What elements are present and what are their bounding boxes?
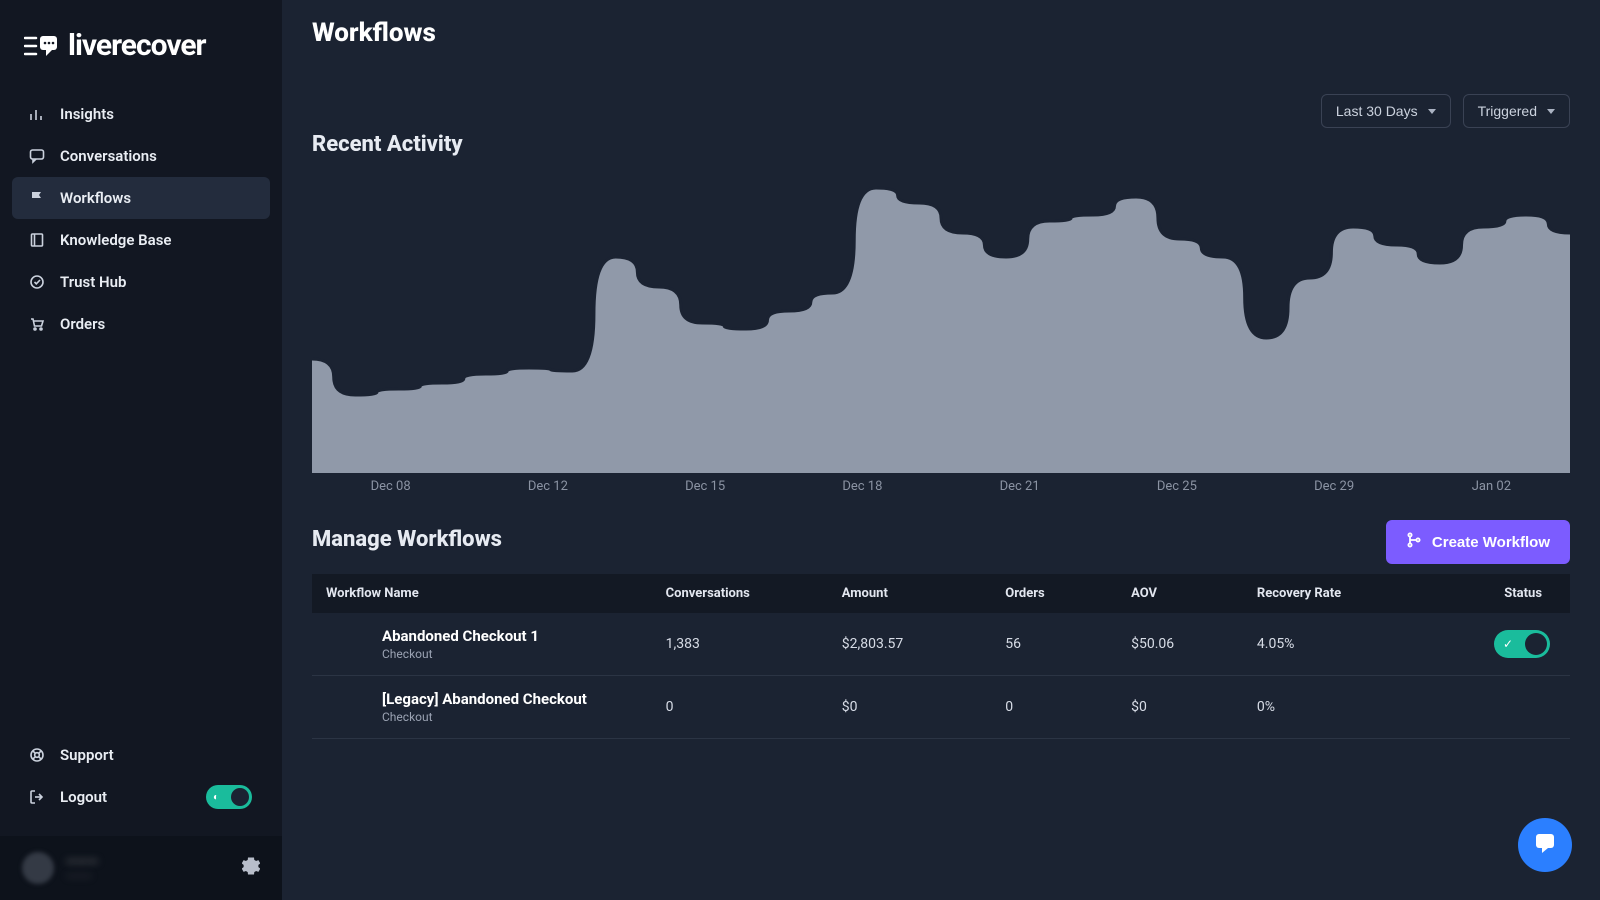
cell-orders: 56 xyxy=(991,613,1117,676)
life-buoy-icon xyxy=(28,746,46,764)
sidebar-item-workflows[interactable]: Workflows xyxy=(12,177,270,219)
workflow-name: Abandoned Checkout 1 xyxy=(382,627,638,645)
status-toggle[interactable]: ✓ xyxy=(1494,630,1550,658)
workflows-table: Workflow Name Conversations Amount Order… xyxy=(312,574,1570,739)
cell-recovery-rate: 4.05% xyxy=(1243,613,1444,676)
chevron-down-icon xyxy=(1547,109,1555,114)
sidebar-item-insights[interactable]: Insights xyxy=(12,93,270,135)
x-tick: Dec 08 xyxy=(312,479,469,494)
table-header-row: Workflow Name Conversations Amount Order… xyxy=(312,574,1570,613)
date-range-label: Last 30 Days xyxy=(1336,103,1418,119)
hamburger-chat-icon[interactable] xyxy=(24,34,58,58)
sidebar-item-support[interactable]: Support xyxy=(12,734,270,776)
toggle-knob xyxy=(1525,633,1547,655)
cell-aov: $0 xyxy=(1117,676,1243,739)
sidebar-item-label: Support xyxy=(60,746,114,764)
metric-dropdown[interactable]: Triggered xyxy=(1463,94,1570,128)
chat-icon xyxy=(1532,830,1558,860)
sidebar-item-orders[interactable]: Orders xyxy=(12,303,270,345)
cell-orders: 0 xyxy=(991,676,1117,739)
col-amount: Amount xyxy=(828,574,992,613)
check-circle-icon xyxy=(28,273,46,291)
cell-conversations: 0 xyxy=(652,676,828,739)
sidebar: liverecover Insights Conversations Workf… xyxy=(0,0,282,900)
cell-amount: $2,803.57 xyxy=(828,613,992,676)
x-tick: Dec 21 xyxy=(941,479,1098,494)
cell-amount: $0 xyxy=(828,676,992,739)
x-tick: Dec 18 xyxy=(784,479,941,494)
sidebar-item-label: Trust Hub xyxy=(60,273,126,291)
sidebar-item-logout[interactable]: Logout xyxy=(12,776,206,818)
create-workflow-label: Create Workflow xyxy=(1432,534,1550,551)
manage-workflows-title: Manage Workflows xyxy=(312,527,502,552)
brand: liverecover xyxy=(0,18,282,93)
main-content: Workflows Last 30 Days Triggered Recent … xyxy=(282,0,1600,900)
page-title: Workflows xyxy=(312,18,1570,48)
metric-label: Triggered xyxy=(1478,103,1537,119)
avatar xyxy=(22,852,54,884)
user-sub: ——— xyxy=(66,870,230,883)
recent-activity-chart: Dec 08Dec 12Dec 15Dec 18Dec 21Dec 25Dec … xyxy=(312,173,1570,494)
sidebar-item-label: Knowledge Base xyxy=(60,231,171,249)
message-square-icon xyxy=(28,147,46,165)
bar-chart-icon xyxy=(28,105,46,123)
main-nav: Insights Conversations Workflows Knowled… xyxy=(0,93,282,345)
x-tick: Dec 29 xyxy=(1256,479,1413,494)
x-tick: Jan 02 xyxy=(1413,479,1570,494)
chart-x-axis: Dec 08Dec 12Dec 15Dec 18Dec 21Dec 25Dec … xyxy=(312,479,1570,494)
sidebar-bottom: Support Logout ◐ ——— ——— xyxy=(0,734,282,900)
log-out-icon xyxy=(28,788,46,806)
table-row[interactable]: Abandoned Checkout 1 Checkout 1,383 $2,8… xyxy=(312,613,1570,676)
brand-name: liverecover xyxy=(68,28,206,63)
sidebar-item-label: Orders xyxy=(60,315,105,333)
x-tick: Dec 12 xyxy=(469,479,626,494)
user-meta: ——— ——— xyxy=(66,854,230,883)
cell-conversations: 1,383 xyxy=(652,613,828,676)
sidebar-item-label: Logout xyxy=(60,788,107,806)
sidebar-item-label: Insights xyxy=(60,105,114,123)
sidebar-item-label: Workflows xyxy=(60,189,131,207)
intercom-chat-button[interactable] xyxy=(1518,818,1572,872)
theme-toggle[interactable]: ◐ xyxy=(206,785,252,809)
x-tick: Dec 25 xyxy=(1098,479,1255,494)
cell-aov: $50.06 xyxy=(1117,613,1243,676)
sidebar-item-conversations[interactable]: Conversations xyxy=(12,135,270,177)
x-tick: Dec 15 xyxy=(627,479,784,494)
table-row[interactable]: [Legacy] Abandoned Checkout Checkout 0 $… xyxy=(312,676,1570,739)
col-recovery-rate: Recovery Rate xyxy=(1243,574,1444,613)
user-name: ——— xyxy=(66,854,230,870)
branch-icon xyxy=(1406,532,1422,552)
book-icon xyxy=(28,231,46,249)
sidebar-item-label: Conversations xyxy=(60,147,157,165)
cell-recovery-rate: 0% xyxy=(1243,676,1444,739)
col-orders: Orders xyxy=(991,574,1117,613)
shopping-cart-icon xyxy=(28,315,46,333)
col-conversations: Conversations xyxy=(652,574,828,613)
col-workflow-name: Workflow Name xyxy=(312,574,652,613)
sidebar-item-knowledge-base[interactable]: Knowledge Base xyxy=(12,219,270,261)
create-workflow-button[interactable]: Create Workflow xyxy=(1386,520,1570,564)
gear-icon[interactable] xyxy=(242,857,260,879)
workflow-name: [Legacy] Abandoned Checkout xyxy=(382,690,638,708)
col-aov: AOV xyxy=(1117,574,1243,613)
workflow-type: Checkout xyxy=(382,647,638,661)
col-status: Status xyxy=(1444,574,1570,613)
user-profile[interactable]: ——— ——— xyxy=(0,836,282,900)
sidebar-item-trust-hub[interactable]: Trust Hub xyxy=(12,261,270,303)
recent-activity-title: Recent Activity xyxy=(312,132,1570,157)
toggle-knob xyxy=(231,788,249,806)
flag-icon xyxy=(28,189,46,207)
filter-row: Last 30 Days Triggered xyxy=(312,94,1570,128)
manage-header: Manage Workflows Create Workflow xyxy=(312,520,1570,564)
moon-icon: ◐ xyxy=(213,792,219,803)
chevron-down-icon xyxy=(1428,109,1436,114)
check-icon: ✓ xyxy=(1503,637,1513,651)
workflow-type: Checkout xyxy=(382,710,638,724)
date-range-dropdown[interactable]: Last 30 Days xyxy=(1321,94,1451,128)
